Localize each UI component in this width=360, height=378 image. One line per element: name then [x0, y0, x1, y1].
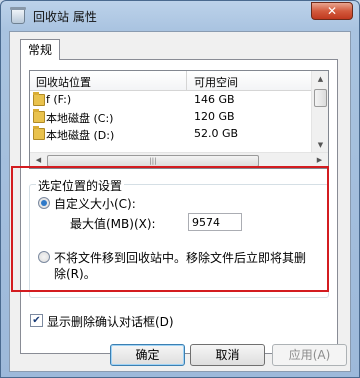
vertical-scroll-thumb[interactable]: [314, 89, 327, 107]
ok-button[interactable]: 确定: [110, 344, 185, 366]
drive-folder-icon: [33, 109, 45, 123]
tab-general[interactable]: 常规: [20, 39, 60, 60]
list-item[interactable]: 本地磁盘 (C:) 120 GB: [30, 109, 313, 126]
close-button[interactable]: ✕: [311, 2, 353, 20]
cancel-button[interactable]: 取消: [190, 344, 265, 366]
column-divider[interactable]: [186, 71, 187, 91]
list-item[interactable]: f (F:) 146 GB: [30, 92, 313, 109]
show-delete-confirmation-label[interactable]: 显示删除确认对话框(D): [47, 313, 174, 330]
title-bar: 回收站 属性 ✕: [1, 1, 359, 31]
column-header-free-space[interactable]: 可用空间: [194, 74, 238, 90]
scroll-down-arrow-icon[interactable]: ▼: [312, 137, 328, 153]
drive-folder-icon: [33, 92, 45, 106]
show-delete-confirmation-checkbox[interactable]: ✔: [30, 314, 43, 327]
vertical-scrollbar[interactable]: ▲ ▼: [311, 71, 328, 153]
list-header: 回收站位置 可用空间: [30, 71, 313, 91]
free-space-value: 120 GB: [194, 110, 235, 123]
location-name: f (F:): [46, 93, 72, 106]
scroll-up-arrow-icon[interactable]: ▲: [312, 71, 328, 87]
free-space-value: 146 GB: [194, 93, 235, 106]
location-name: 本地磁盘 (C:): [46, 112, 114, 125]
drive-folder-icon: [33, 126, 45, 140]
recycle-bin-properties-window: 回收站 属性 ✕ 常规 回收站位置 可用空间 f (F:) 146 GB 本地磁…: [0, 0, 360, 378]
location-name: 本地磁盘 (D:): [46, 129, 115, 142]
free-space-value: 52.0 GB: [194, 127, 239, 140]
window-title: 回收站 属性: [33, 10, 97, 24]
apply-button[interactable]: 应用(A): [272, 344, 347, 366]
column-header-location[interactable]: 回收站位置: [36, 74, 91, 90]
recycle-bin-icon: [10, 7, 26, 24]
list-item[interactable]: 本地磁盘 (D:) 52.0 GB: [30, 126, 313, 143]
annotation-highlight-box: [11, 166, 329, 292]
recycle-bin-location-list[interactable]: 回收站位置 可用空间 f (F:) 146 GB 本地磁盘 (C:) 120 G…: [29, 70, 329, 169]
